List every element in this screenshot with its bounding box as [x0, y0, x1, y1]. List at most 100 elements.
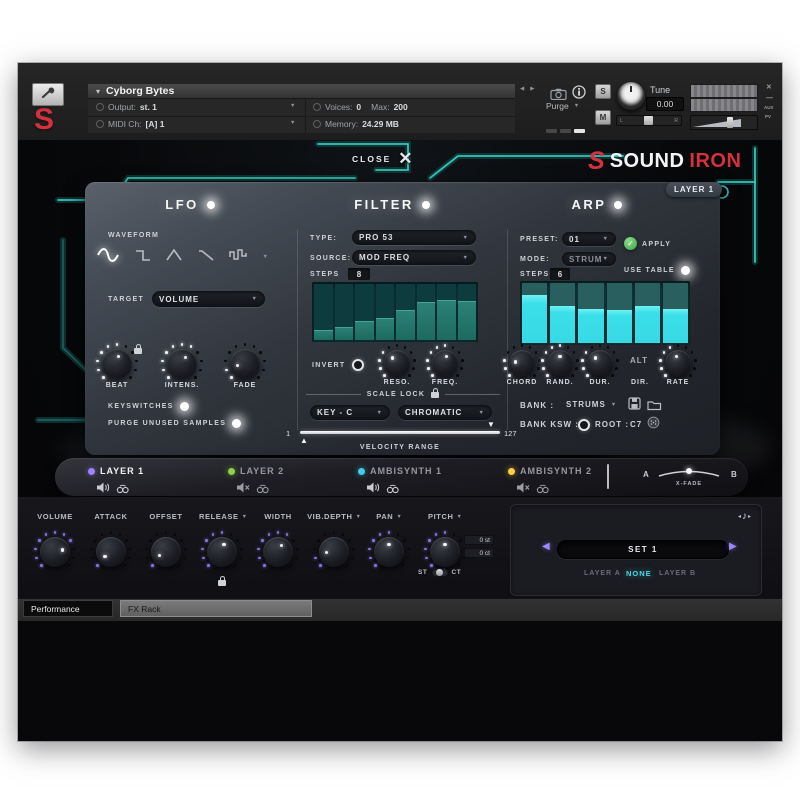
- fade-knob[interactable]: [230, 349, 260, 379]
- filter-power-dot[interactable]: [422, 201, 430, 209]
- triangle-wave-icon[interactable]: [165, 247, 183, 268]
- layer-b-assign[interactable]: LAYER B: [659, 570, 696, 577]
- preset-dropdown[interactable]: 01▼: [562, 232, 616, 246]
- rate-knob[interactable]: [665, 350, 691, 376]
- graph-step[interactable]: [578, 283, 603, 343]
- tab-fx-rack[interactable]: FX Rack: [120, 600, 312, 617]
- invert-ring[interactable]: [352, 359, 364, 371]
- graph-step[interactable]: [376, 284, 395, 340]
- tab-performance[interactable]: Performance: [23, 600, 113, 617]
- use-table-dot[interactable]: [681, 266, 690, 275]
- release-knob[interactable]: [207, 537, 237, 567]
- layer-a-assign[interactable]: LAYER A: [584, 570, 621, 577]
- release-lock-icon[interactable]: [218, 580, 226, 586]
- st-ct-toggle-knob[interactable]: [436, 569, 443, 576]
- apply-label[interactable]: APPLY: [642, 241, 671, 248]
- pan-knob-label[interactable]: PAN▼: [361, 512, 417, 521]
- layer1-speaker-icon[interactable]: [97, 480, 110, 498]
- velocity-range-slider[interactable]: [300, 431, 500, 434]
- mode-dropdown[interactable]: STRUM▼: [562, 252, 616, 266]
- filter-step-graph[interactable]: [312, 282, 478, 342]
- chord-knob[interactable]: [509, 350, 535, 376]
- tab-layer-1[interactable]: LAYER 1: [100, 466, 144, 476]
- filter-steps-value[interactable]: 8: [348, 268, 370, 280]
- nav-arrows[interactable]: ◀ ▶: [520, 86, 534, 92]
- bank-dropdown[interactable]: STRUMS▼: [566, 400, 616, 409]
- volume-slider[interactable]: [690, 115, 758, 130]
- graph-step[interactable]: [314, 284, 333, 340]
- filter-source-dropdown[interactable]: MOD FREQ▼: [352, 250, 476, 265]
- rack-minimize-icon[interactable]: —: [766, 95, 773, 102]
- scale-lock-icon[interactable]: [431, 392, 439, 398]
- key-dropdown[interactable]: KEY - C▼: [310, 405, 390, 420]
- offset-knob[interactable]: [151, 537, 181, 567]
- width-knob[interactable]: [263, 537, 293, 567]
- none-assign[interactable]: NONE: [626, 569, 652, 578]
- graph-step[interactable]: [522, 283, 547, 343]
- tab-ambisynth-2[interactable]: AMBISYNTH 2: [520, 466, 592, 476]
- ambisynth2-speaker-muted-icon[interactable]: [517, 480, 530, 498]
- set-display[interactable]: SET 1: [557, 540, 729, 559]
- saw-wave-icon[interactable]: [197, 247, 215, 268]
- nav-forward-icon[interactable]: ▶: [530, 86, 534, 92]
- target-dropdown[interactable]: VOLUME▼: [152, 291, 265, 307]
- graph-step[interactable]: [437, 284, 456, 340]
- ambisynth1-speaker-icon[interactable]: [367, 480, 380, 498]
- invert-toggle[interactable]: INVERT: [312, 359, 364, 371]
- output-dropdown-arrow[interactable]: ▼: [290, 103, 295, 109]
- freq-knob[interactable]: [432, 350, 458, 376]
- keyswitches-dot[interactable]: [180, 402, 189, 411]
- release-knob-label[interactable]: RELEASE▼: [192, 512, 254, 521]
- graph-step[interactable]: [335, 284, 354, 340]
- square-wave-icon[interactable]: [134, 247, 152, 268]
- purge-menu[interactable]: Purge ▼: [546, 101, 579, 111]
- pan-handle[interactable]: [644, 116, 653, 125]
- graph-step[interactable]: [396, 284, 415, 340]
- waveform-dropdown-arrow[interactable]: ▼: [263, 254, 268, 260]
- graph-step[interactable]: [458, 284, 477, 340]
- pitch-semitone-value[interactable]: 0 st: [464, 535, 494, 545]
- bank-ksw-ring[interactable]: [578, 419, 590, 431]
- root-value[interactable]: C7: [630, 420, 642, 429]
- graph-step[interactable]: [663, 283, 688, 343]
- aux-button[interactable]: AUX: [764, 106, 774, 111]
- graph-step[interactable]: [355, 284, 374, 340]
- nav-back-icon[interactable]: ◀: [520, 86, 524, 92]
- velocity-min-handle[interactable]: ▲: [300, 437, 308, 445]
- st-ct-switch[interactable]: ST CT: [418, 568, 461, 576]
- midi-row[interactable]: MIDI Ch:[A] 1: [96, 119, 164, 129]
- mute-button[interactable]: M: [595, 110, 611, 125]
- root-keyboard-icon[interactable]: [647, 416, 660, 434]
- sine-wave-icon[interactable]: [96, 247, 120, 268]
- pitch-knob-label[interactable]: PITCH▼: [417, 512, 473, 521]
- beat-lock-icon[interactable]: [134, 348, 142, 354]
- st-ct-toggle-track[interactable]: [432, 568, 448, 576]
- bank-load-folder-icon[interactable]: [647, 398, 662, 416]
- pv-button[interactable]: PV: [765, 115, 771, 120]
- vibdepth-knob[interactable]: [319, 537, 349, 567]
- bottom-volume-knob[interactable]: [40, 537, 70, 567]
- pitch-cent-value[interactable]: 0 ct: [464, 548, 494, 558]
- lfo-power-dot[interactable]: [207, 201, 215, 209]
- arp-velocity-table[interactable]: [520, 281, 690, 345]
- midi-note-drag-icon[interactable]: ◂♪▸: [738, 511, 751, 522]
- tab-ambisynth-1[interactable]: AMBISYNTH 1: [370, 466, 442, 476]
- graph-step[interactable]: [417, 284, 436, 340]
- volume-handle[interactable]: [727, 117, 733, 128]
- tune-knob[interactable]: [617, 82, 645, 110]
- arp-steps-value[interactable]: 6: [550, 268, 570, 280]
- rack-close-icon[interactable]: ✕: [766, 84, 772, 91]
- graph-step[interactable]: [635, 283, 660, 343]
- close-panel-button[interactable]: CLOSE ✕: [352, 149, 413, 169]
- vibdepth-knob-label[interactable]: VIB.DEPTH▼: [300, 512, 368, 521]
- tab-layer-2[interactable]: LAYER 2: [240, 466, 284, 476]
- pitch-knob[interactable]: [430, 537, 460, 567]
- apply-check-icon[interactable]: ✓: [624, 237, 637, 250]
- attack-knob[interactable]: [96, 537, 126, 567]
- purge-unused-dot[interactable]: [232, 419, 241, 428]
- graph-step[interactable]: [607, 283, 632, 343]
- set-prev-arrow[interactable]: ◀: [542, 542, 550, 552]
- bottom-pan-knob[interactable]: [374, 537, 404, 567]
- beat-knob[interactable]: [102, 349, 132, 379]
- reso-knob[interactable]: [384, 350, 410, 376]
